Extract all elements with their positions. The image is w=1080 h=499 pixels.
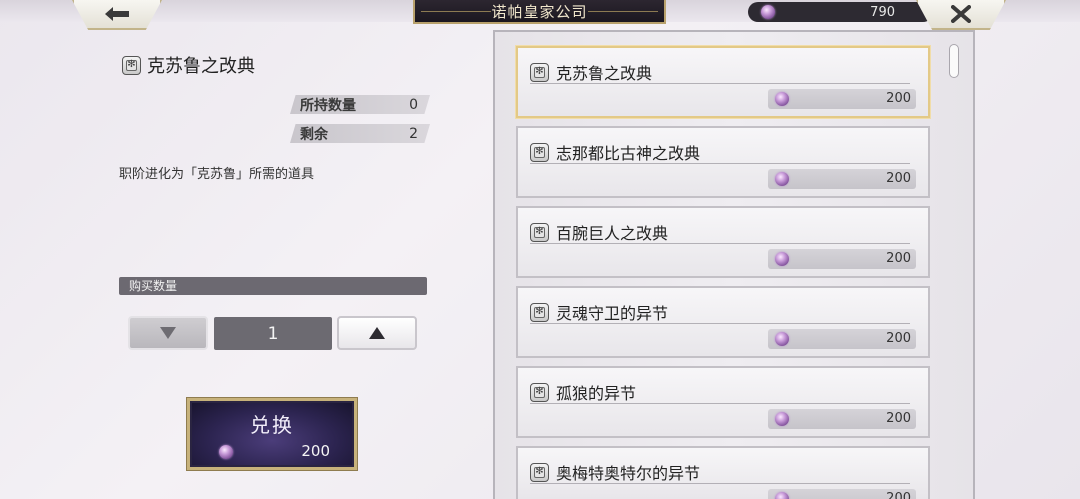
owned-value: 0 [409, 96, 418, 113]
purple-gem-icon [775, 172, 789, 186]
divider [530, 243, 910, 244]
shop-item-price-bar: 200 [768, 89, 916, 109]
shop-item-price-bar: 200 [768, 489, 916, 499]
shop-item-name-row: 孤狼的异节 [530, 380, 636, 404]
shop-item-name: 孤狼的异节 [556, 384, 637, 403]
close-x-icon [951, 5, 971, 23]
tome-icon [530, 222, 549, 242]
divider [530, 323, 910, 324]
shop-item-price: 200 [886, 251, 911, 266]
owned-label: 所持数量 [300, 97, 356, 114]
purple-gem-icon [775, 492, 789, 499]
purple-gem-icon [219, 445, 233, 459]
scrollbar-thumb[interactable] [949, 44, 959, 78]
divider [530, 163, 910, 164]
shop-item-name-row: 百腕巨人之改典 [530, 220, 668, 244]
shop-item-name: 奥梅特奥特尔的异节 [556, 464, 701, 483]
tome-icon [530, 142, 549, 162]
increase-quantity-button[interactable] [337, 316, 417, 350]
shop-item-price: 200 [886, 491, 911, 499]
shop-item[interactable]: 孤狼的异节 200 [516, 366, 930, 438]
exchange-price: 200 [301, 442, 330, 460]
back-arrow-icon [105, 7, 129, 21]
shop-item-name-row: 奥梅特奥特尔的异节 [530, 460, 700, 484]
purchase-quantity-label: 购买数量 [119, 277, 427, 295]
shop-item-price-bar: 200 [768, 249, 916, 269]
shop-item-price-bar: 200 [768, 409, 916, 429]
shop-item-price-bar: 200 [768, 329, 916, 349]
shop-item[interactable]: 百腕巨人之改典 200 [516, 206, 930, 278]
shop-item[interactable]: 奥梅特奥特尔的异节 200 [516, 446, 930, 499]
shop-title: 诺帕皇家公司 [413, 0, 666, 24]
shop-item-price-bar: 200 [768, 169, 916, 189]
remaining-count-row: 剩余 2 [290, 124, 430, 143]
purple-gem-icon [761, 5, 775, 19]
shop-item-name: 克苏鲁之改典 [556, 64, 653, 83]
shop-item-price: 200 [886, 91, 911, 106]
divider [530, 83, 910, 84]
item-description: 职阶进化为「克苏鲁」所需的道具 [119, 167, 315, 182]
shop-item-name-row: 灵魂守卫的异节 [530, 300, 668, 324]
currency-display: 790 [748, 2, 933, 22]
purple-gem-icon [775, 252, 789, 266]
tome-icon [122, 55, 141, 75]
triangle-up-icon [369, 327, 385, 339]
close-button[interactable] [916, 0, 1006, 30]
shop-item-name: 百腕巨人之改典 [556, 224, 669, 243]
divider [530, 403, 910, 404]
detail-item-title: 克苏鲁之改典 [122, 52, 255, 78]
shop-item-price: 200 [886, 171, 911, 186]
exchange-button[interactable]: 兑换 200 [187, 398, 357, 470]
decrease-quantity-button[interactable] [128, 316, 208, 350]
shop-item-price: 200 [886, 331, 911, 346]
tome-icon [530, 302, 549, 322]
tome-icon [530, 382, 549, 402]
shop-item-name-row: 克苏鲁之改典 [530, 60, 652, 84]
back-button[interactable] [72, 0, 162, 30]
purple-gem-icon [775, 92, 789, 106]
quantity-value: 1 [214, 317, 332, 350]
shop-item[interactable]: 志那都比古神之改典 200 [516, 126, 930, 198]
shop-item-name-row: 志那都比古神之改典 [530, 140, 700, 164]
tome-icon [530, 462, 549, 482]
exchange-label: 兑换 [250, 413, 294, 437]
detail-item-name: 克苏鲁之改典 [147, 56, 255, 77]
purple-gem-icon [775, 412, 789, 426]
currency-amount: 790 [870, 4, 895, 20]
shop-item-name: 志那都比古神之改典 [556, 144, 701, 163]
triangle-down-icon [160, 327, 176, 339]
divider [530, 483, 910, 484]
shop-item-price: 200 [886, 411, 911, 426]
purple-gem-icon [775, 332, 789, 346]
owned-count-row: 所持数量 0 [290, 95, 430, 114]
remaining-label: 剩余 [300, 126, 328, 143]
shop-item[interactable]: 灵魂守卫的异节 200 [516, 286, 930, 358]
shop-item-name: 灵魂守卫的异节 [556, 304, 669, 323]
remaining-value: 2 [409, 125, 418, 142]
tome-icon [530, 62, 549, 82]
shop-item[interactable]: 克苏鲁之改典 200 [516, 46, 930, 118]
